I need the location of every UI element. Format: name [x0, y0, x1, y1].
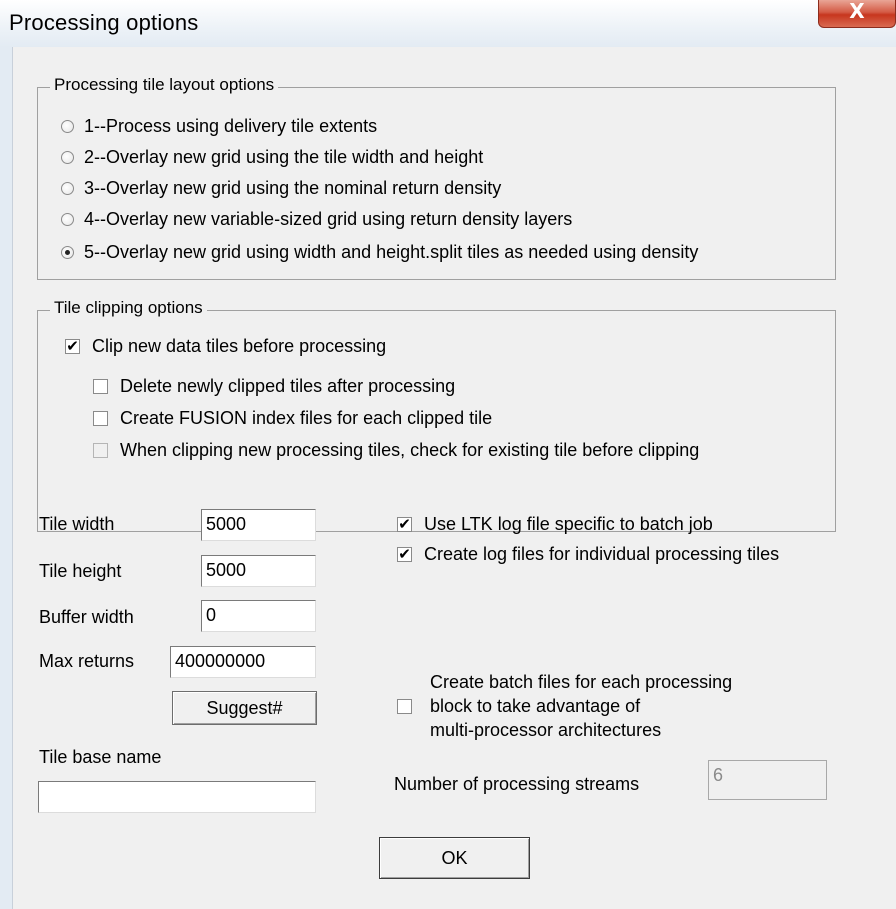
tile-height-input[interactable]: 5000	[201, 555, 316, 587]
batch-files-label-line-1: Create batch files for each processing	[430, 672, 733, 692]
layout-option-2-label: 2--Overlay new grid using the tile width…	[84, 147, 484, 167]
ltk-log-option[interactable]: ✔ Use LTK log file specific to batch job	[397, 514, 713, 535]
radio-button[interactable]	[61, 213, 74, 226]
max-returns-input[interactable]: 400000000	[170, 646, 316, 678]
layout-option-3-label: 3--Overlay new grid using the nominal re…	[84, 178, 502, 198]
close-button[interactable]: X	[818, 0, 896, 28]
radio-button-selected[interactable]	[61, 246, 74, 259]
clipping-options-title: Tile clipping options	[50, 298, 207, 318]
buffer-width-input[interactable]: 0	[201, 600, 316, 632]
ltk-log-label: Use LTK log file specific to batch job	[424, 514, 713, 534]
suggest-button[interactable]: Suggest#	[172, 691, 317, 725]
layout-option-3[interactable]: 3--Overlay new grid using the nominal re…	[61, 178, 501, 199]
create-index-checkbox[interactable]	[93, 411, 108, 426]
batch-files-label: Create batch files for each processing b…	[430, 670, 732, 742]
clip-new-tiles-label: Clip new data tiles before processing	[92, 336, 387, 356]
dialog-body: Processing tile layout options 1--Proces…	[12, 47, 896, 909]
layout-option-4-label: 4--Overlay new variable-sized grid using…	[84, 209, 573, 229]
max-returns-label: Max returns	[39, 651, 135, 671]
tile-logs-checkbox[interactable]: ✔	[397, 547, 412, 562]
tile-base-name-input[interactable]	[38, 781, 316, 813]
batch-files-checkbox[interactable]	[397, 699, 412, 714]
layout-options-title: Processing tile layout options	[50, 75, 279, 95]
batch-files-label-line-2: block to take advantage of	[430, 696, 641, 716]
delete-clipped-label: Delete newly clipped tiles after process…	[120, 376, 456, 396]
tile-logs-label: Create log files for individual processi…	[424, 544, 780, 564]
create-index-option[interactable]: Create FUSION index files for each clipp…	[93, 408, 492, 429]
delete-clipped-checkbox[interactable]	[93, 379, 108, 394]
delete-clipped-option[interactable]: Delete newly clipped tiles after process…	[93, 376, 455, 397]
layout-option-1[interactable]: 1--Process using delivery tile extents	[61, 116, 377, 137]
check-existing-option[interactable]: When clipping new processing tiles, chec…	[93, 440, 699, 461]
tile-width-label: Tile width	[39, 514, 115, 534]
layout-option-1-label: 1--Process using delivery tile extents	[84, 116, 378, 136]
ok-button[interactable]: OK	[379, 837, 530, 879]
check-existing-checkbox[interactable]	[93, 443, 108, 458]
buffer-width-label: Buffer width	[39, 607, 134, 627]
layout-option-5-label: 5--Overlay new grid using width and heig…	[84, 242, 699, 262]
ltk-log-checkbox[interactable]: ✔	[397, 517, 412, 532]
tile-logs-option[interactable]: ✔ Create log files for individual proces…	[397, 544, 779, 565]
layout-option-5[interactable]: 5--Overlay new grid using width and heig…	[61, 242, 698, 263]
radio-button[interactable]	[61, 120, 74, 133]
tile-height-label: Tile height	[39, 561, 122, 581]
clip-new-tiles-checkbox[interactable]: ✔	[65, 339, 80, 354]
tile-width-input[interactable]: 5000	[201, 509, 316, 541]
radio-button[interactable]	[61, 182, 74, 195]
tile-base-name-label: Tile base name	[39, 747, 162, 767]
close-icon: X	[849, 0, 865, 23]
title-bar: Processing options X	[0, 0, 896, 47]
window-title: Processing options	[9, 10, 199, 35]
batch-files-label-line-3: multi-processor architectures	[430, 720, 662, 740]
clip-new-tiles-option[interactable]: ✔ Clip new data tiles before processing	[65, 336, 386, 357]
radio-button[interactable]	[61, 151, 74, 164]
create-index-label: Create FUSION index files for each clipp…	[120, 408, 493, 428]
window-frame	[0, 47, 12, 909]
check-existing-label: When clipping new processing tiles, chec…	[120, 440, 700, 460]
layout-option-2[interactable]: 2--Overlay new grid using the tile width…	[61, 147, 483, 168]
processing-streams-input[interactable]: 6	[708, 760, 827, 800]
processing-streams-label: Number of processing streams	[394, 774, 640, 794]
layout-option-4[interactable]: 4--Overlay new variable-sized grid using…	[61, 209, 572, 230]
